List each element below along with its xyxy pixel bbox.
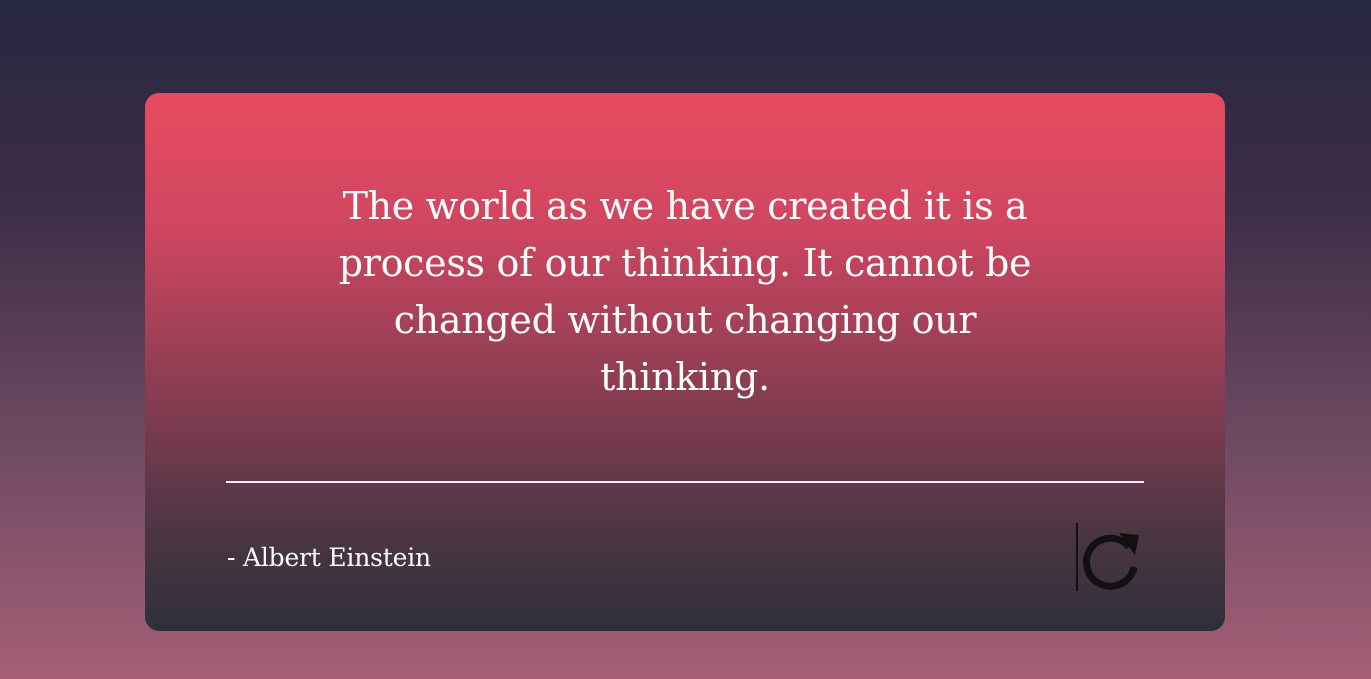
quote-card: The world as we have created it is a pro… [145,93,1225,631]
new-quote-button[interactable] [1075,523,1145,593]
refresh-icon [1083,533,1139,590]
text-cursor [1076,523,1078,591]
quote-author: - Albert Einstein [227,543,431,572]
divider [226,481,1144,483]
quote-text: The world as we have created it is a pro… [338,184,1032,399]
